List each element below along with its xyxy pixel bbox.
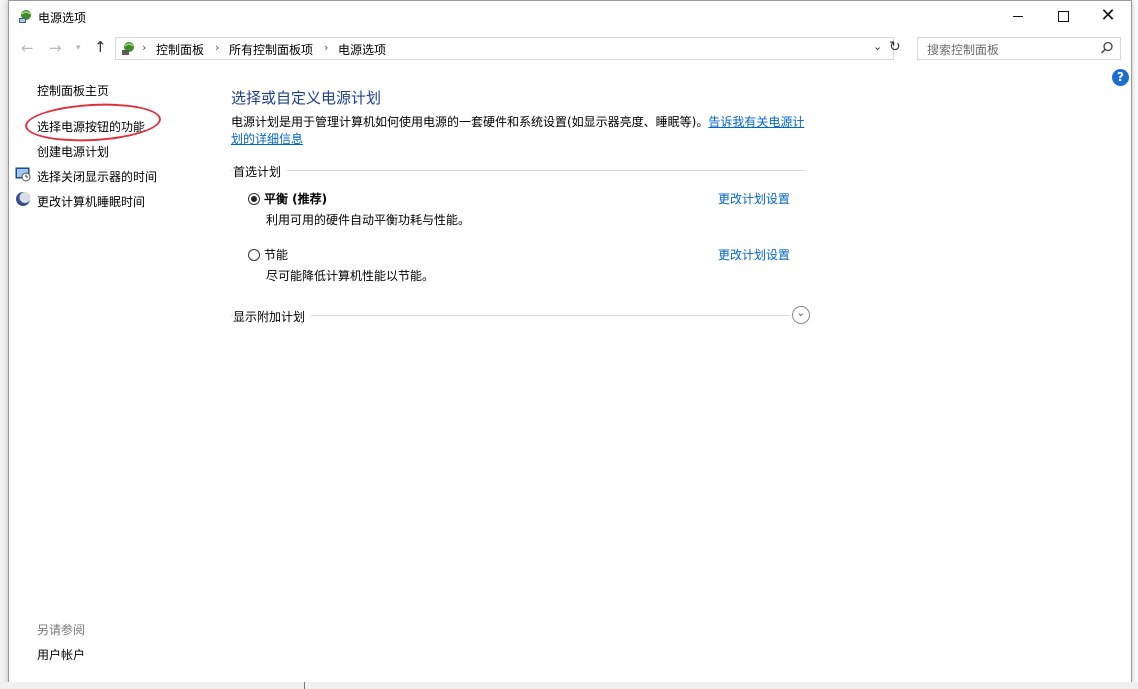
plan-power-saver-name[interactable]: 节能 — [264, 246, 288, 263]
chevron-right-icon: › — [215, 41, 220, 54]
maximize-icon — [1057, 10, 1069, 22]
minimize-icon — [1013, 15, 1023, 17]
window-title: 电源选项 — [38, 11, 87, 25]
background-window-strip — [0, 0, 8, 689]
address-bar[interactable]: › 控制面板 › 所有控制面板项 › 电源选项 ⌄ ↻ — [115, 37, 901, 60]
close-button[interactable]: ✕ — [1085, 1, 1131, 31]
up-button[interactable]: ↑ — [94, 38, 107, 56]
preferred-plans-heading: 首选计划 — [233, 163, 288, 180]
recent-locations-button[interactable]: ▾ — [76, 43, 81, 53]
bottom-divider — [304, 682, 305, 689]
navigation-bar: ← → ▾ ↑ › 控制面板 › 所有控制面板项 › 电源选项 ⌄ ↻ 搜索控制… — [9, 34, 1131, 62]
change-plan-settings-power-saver[interactable]: 更改计划设置 — [718, 246, 790, 263]
back-button[interactable]: ← — [21, 39, 34, 57]
search-placeholder: 搜索控制面板 — [927, 43, 1000, 57]
forward-button[interactable]: → — [49, 39, 62, 57]
power-options-window: 电源选项 ✕ ← → ▾ ↑ › 控制面板 › 所有控制面板项 › 电源选项 ⌄… — [8, 0, 1132, 684]
see-also-heading: 另请参阅 — [37, 623, 86, 637]
breadcrumb-control-panel[interactable]: 控制面板 — [156, 41, 204, 58]
plan-power-saver-description: 尽可能降低计算机性能以节能。 — [266, 269, 435, 283]
sidebar-user-accounts-link[interactable]: 用户帐户 — [37, 646, 85, 663]
chevron-right-icon: › — [324, 41, 329, 54]
section-divider — [231, 315, 789, 316]
search-icon — [1100, 41, 1113, 54]
maximize-button[interactable] — [1040, 1, 1086, 31]
taskbar-edge — [0, 682, 1138, 689]
chevron-right-icon: › — [142, 41, 147, 54]
breadcrumb-power-options[interactable]: 电源选项 — [338, 41, 386, 58]
refresh-icon[interactable]: ↻ — [889, 39, 901, 55]
radio-balanced[interactable] — [248, 193, 260, 205]
title-bar: 电源选项 ✕ — [9, 1, 1131, 31]
control-panel-icon — [122, 42, 134, 55]
plan-balanced-description: 利用可用的硬件自动平衡功耗与性能。 — [266, 213, 471, 227]
breadcrumb-all-items[interactable]: 所有控制面板项 — [229, 41, 313, 58]
sidebar-sleep-time-link[interactable]: 更改计算机睡眠时间 — [37, 193, 145, 210]
description-text: 电源计划是用于管理计算机如何使用电源的一套硬件和系统设置(如显示器亮度、睡眠等)… — [231, 115, 709, 129]
plan-balanced-name[interactable]: 平衡 (推荐) — [264, 190, 327, 207]
close-icon: ✕ — [1100, 5, 1116, 26]
radio-power-saver[interactable] — [248, 249, 260, 261]
minimize-button[interactable] — [995, 1, 1041, 31]
chevron-down-icon[interactable]: ⌄ — [873, 40, 882, 53]
section-divider — [231, 170, 805, 171]
sidebar-create-plan-link[interactable]: 创建电源计划 — [37, 143, 109, 160]
sidebar-display-off-link[interactable]: 选择关闭显示器的时间 — [37, 168, 157, 185]
chevron-down-icon[interactable]: ⌄ — [792, 306, 810, 324]
moon-icon — [16, 192, 31, 206]
monitor-clock-icon — [15, 167, 31, 182]
sidebar: 控制面板主页 选择电源按钮的功能 创建电源计划 选择关闭显示器的时间 更改计算机… — [9, 62, 219, 682]
sidebar-home-link[interactable]: 控制面板主页 — [37, 82, 109, 99]
page-description: 电源计划是用于管理计算机如何使用电源的一套硬件和系统设置(如显示器亮度、睡眠等)… — [231, 114, 811, 148]
power-options-icon — [19, 10, 31, 23]
sidebar-power-button-link[interactable]: 选择电源按钮的功能 — [37, 118, 145, 135]
page-title: 选择或自定义电源计划 — [231, 89, 382, 107]
show-additional-plans[interactable]: 显示附加计划 — [233, 308, 312, 325]
help-icon[interactable]: ? — [1112, 69, 1129, 86]
search-input[interactable]: 搜索控制面板 — [917, 37, 1121, 60]
change-plan-settings-balanced[interactable]: 更改计划设置 — [718, 190, 790, 207]
